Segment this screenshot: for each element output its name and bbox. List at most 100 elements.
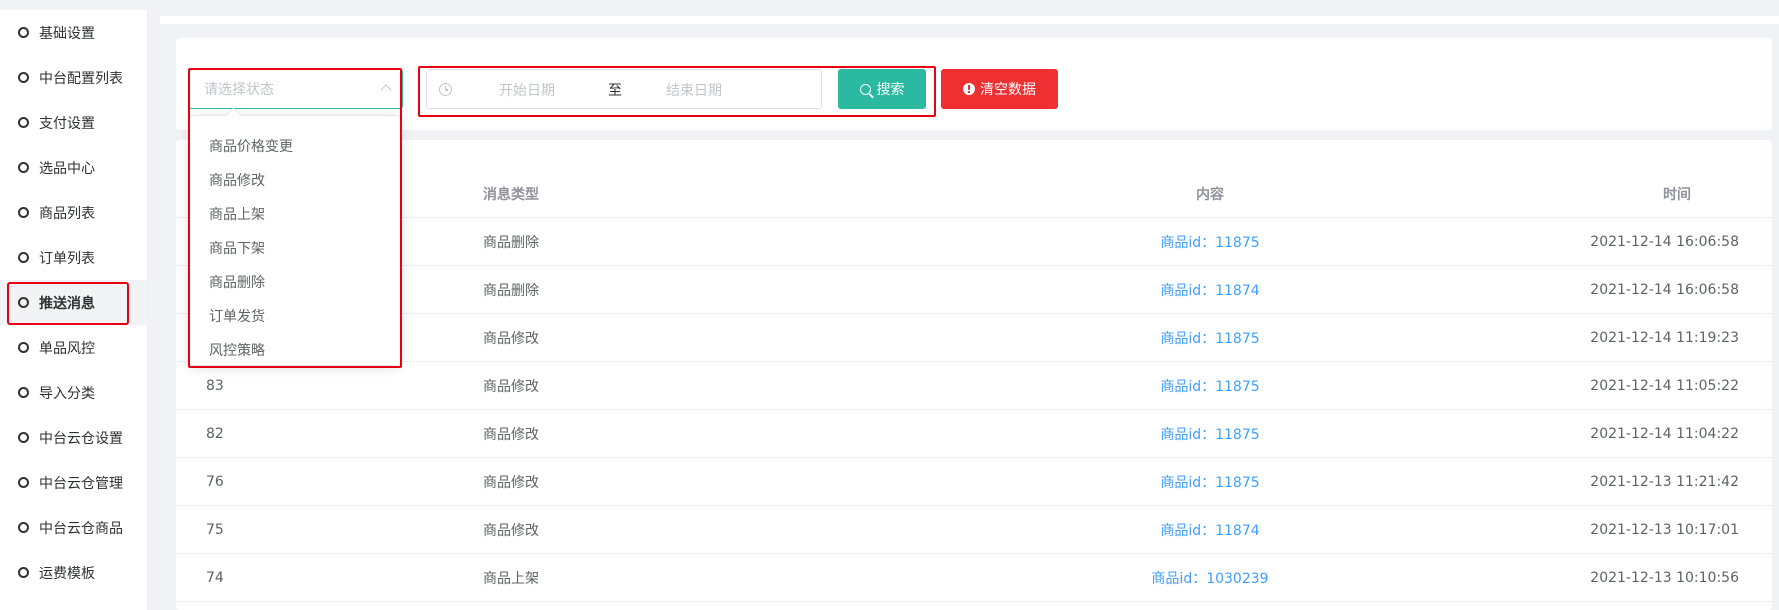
row-content-link[interactable]: 商品id：11875 [1160,314,1259,361]
row-content-link[interactable]: 商品id：11875 [1160,458,1259,505]
sidebar-item-label: 商品列表 [39,205,95,222]
sidebar: 基础设置 中台配置列表 支付设置 选品中心 商品列表 订单列表 推送消息 单品风… [0,10,148,610]
row-time: 2021-12-14 16:06:58 [1590,281,1739,298]
date-start-input[interactable]: 开始日期 [499,80,599,100]
row-type: 商品修改 [483,474,539,491]
sidebar-item-product-selection[interactable]: 选品中心 [0,145,147,190]
sidebar-item-label: 支付设置 [39,115,95,132]
circle-icon [18,567,29,578]
sidebar-item-label: 基础设置 [39,25,95,42]
sidebar-item-label: 订单列表 [39,250,95,267]
table-row: 74 商品上架 商品id：1030239 2021-12-13 10:10:56 [176,554,1772,602]
dropdown-option[interactable]: 商品修改 [190,164,400,198]
circle-icon [18,342,29,353]
sidebar-item-label: 中台云仓设置 [39,430,123,447]
search-button[interactable]: 搜索 [838,69,926,109]
row-content-link[interactable]: 商品id：11875 [1160,218,1259,265]
date-end-input[interactable]: 结束日期 [666,80,766,100]
circle-icon [18,297,29,308]
circle-icon [18,162,29,173]
row-content-link[interactable]: 商品id：1030239 [1151,554,1268,601]
dropdown-option[interactable]: 商品上架 [190,198,400,232]
sidebar-item-order-list[interactable]: 订单列表 [0,235,147,280]
row-id: 76 [206,473,224,490]
sidebar-item-import-category[interactable]: 导入分类 [0,370,147,415]
row-type: 商品修改 [483,378,539,395]
sidebar-item-cloud-warehouse-management[interactable]: 中台云仓管理 [0,460,147,505]
row-id: 74 [206,569,224,586]
dropdown-option[interactable]: 商品删除 [190,266,400,300]
sidebar-item-label: 导入分类 [39,385,95,402]
row-type: 商品删除 [483,234,539,251]
row-content-link[interactable]: 商品id：11875 [1160,362,1259,409]
circle-icon [18,477,29,488]
table-row: 商品修改 商品id：11875 2021-12-14 11:19:23 [176,314,1772,362]
row-time: 2021-12-14 11:04:22 [1590,425,1739,442]
chevron-up-icon [380,84,392,96]
date-range-picker[interactable]: 开始日期 至 结束日期 [426,69,822,109]
sidebar-item-label: 运费模板 [39,565,95,582]
circle-icon [18,117,29,128]
sidebar-item-label: 选品中心 [39,160,95,177]
row-id: 83 [206,377,224,394]
circle-icon [18,27,29,38]
row-time: 2021-12-13 10:17:01 [1590,521,1739,538]
row-time: 2021-12-14 16:06:58 [1590,233,1739,250]
circle-icon [18,387,29,398]
dropdown-option[interactable]: 订单发货 [190,300,400,334]
row-id: 75 [206,521,224,538]
top-strip [160,16,1779,24]
circle-icon [18,432,29,443]
row-type: 商品修改 [483,426,539,443]
circle-icon [18,207,29,218]
dropdown-option[interactable]: 风控策略 [190,334,400,368]
date-separator: 至 [608,83,622,99]
circle-icon [18,522,29,533]
sidebar-item-shipping-template[interactable]: 运费模板 [0,550,147,595]
sidebar-item-cloud-warehouse-products[interactable]: 中台云仓商品 [0,505,147,550]
warning-icon [963,83,975,95]
row-time: 2021-12-13 10:10:56 [1590,569,1739,586]
circle-icon [18,72,29,83]
header-time: 时间 [1663,186,1691,203]
row-time: 2021-12-13 11:21:42 [1590,473,1739,490]
row-type: 商品删除 [483,282,539,299]
search-button-label: 搜索 [876,82,905,98]
table-row: 商品删除 商品id：11874 2021-12-14 16:06:58 [176,266,1772,314]
sidebar-item-platform-config[interactable]: 中台配置列表 [0,55,147,100]
row-time: 2021-12-14 11:19:23 [1590,329,1739,346]
row-content-link[interactable]: 商品id：11874 [1160,506,1259,553]
sidebar-item-label: 中台云仓商品 [39,520,123,537]
row-type: 商品修改 [483,522,539,539]
table-row: 82 商品修改 商品id：11875 2021-12-14 11:04:22 [176,410,1772,458]
row-content-link[interactable]: 商品id：11874 [1160,266,1259,313]
header-content: 内容 [1196,186,1224,203]
search-icon [859,83,871,95]
circle-icon [18,252,29,263]
table-row: 商品删除 商品id：11875 2021-12-14 16:06:58 [176,218,1772,266]
sidebar-item-payment-settings[interactable]: 支付设置 [0,100,147,145]
sidebar-item-item-risk-control[interactable]: 单品风控 [0,325,147,370]
dropdown-option[interactable]: 商品下架 [190,232,400,266]
sidebar-item-basic-settings[interactable]: 基础设置 [0,10,147,55]
row-id: 82 [206,425,224,442]
row-time: 2021-12-14 11:05:22 [1590,377,1739,394]
row-content-link[interactable]: 商品id：11875 [1160,410,1259,457]
header-type: 消息类型 [483,186,539,203]
row-type: 商品修改 [483,330,539,347]
sidebar-item-push-messages[interactable]: 推送消息 [0,280,147,325]
sidebar-item-label: 推送消息 [39,295,95,312]
clear-button-label: 清空数据 [980,82,1036,98]
dropdown-option[interactable]: 商品价格变更 [190,130,400,164]
clear-data-button[interactable]: 清空数据 [941,69,1058,109]
sidebar-item-label: 中台配置列表 [39,70,123,87]
table-row: 83 商品修改 商品id：11875 2021-12-14 11:05:22 [176,362,1772,410]
status-select-placeholder: 请选择状态 [204,82,274,98]
sidebar-item-product-list[interactable]: 商品列表 [0,190,147,235]
table-header: 消息类型 内容 时间 [176,170,1772,218]
sidebar-item-cloud-warehouse-settings[interactable]: 中台云仓设置 [0,415,147,460]
table-row: 75 商品修改 商品id：11874 2021-12-13 10:17:01 [176,506,1772,554]
sidebar-item-label: 单品风控 [39,340,95,357]
status-select[interactable]: 请选择状态 [189,69,403,109]
sidebar-item-label: 中台云仓管理 [39,475,123,492]
